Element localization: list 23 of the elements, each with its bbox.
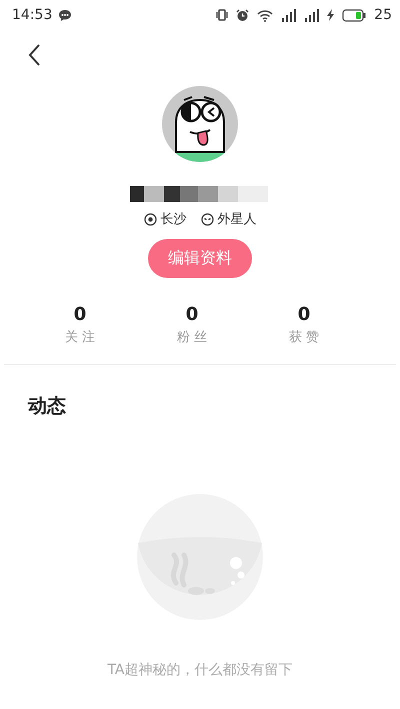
stat-count: 0 [298,304,310,325]
location-pin-icon [144,212,156,226]
battery-icon [342,8,366,22]
battery-percentage: 25 [374,7,392,23]
location-text: 长沙 [160,211,186,228]
stat-label: 关 注 [64,329,96,346]
alarm-icon [236,8,250,22]
stat-count: 0 [74,304,86,325]
stat-count: 0 [186,304,198,325]
chat-bubble-icon [58,8,72,22]
empty-state-text: TA超神秘的，什么都没有留下 [107,661,293,679]
clock-time: 14:53 [12,7,52,23]
stat-label: 获 赞 [288,329,320,346]
signal-icon [304,8,320,22]
stat-label: 粉 丝 [176,329,208,346]
section-title: 动态 [28,394,67,419]
signal-icon [281,8,296,22]
identity-text: 外星人 [218,211,256,228]
edit-profile-button[interactable]: 编辑资料 [148,239,252,278]
charging-icon [327,9,334,21]
alien-face-icon [200,212,214,226]
wifi-icon [257,8,274,22]
vibrate-icon [216,9,228,21]
